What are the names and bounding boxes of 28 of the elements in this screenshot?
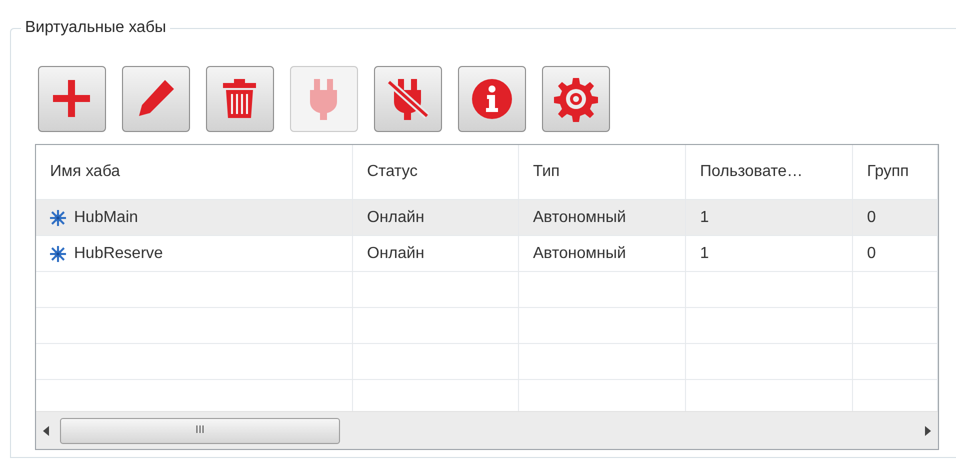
column-header[interactable]: Групп: [853, 145, 938, 199]
column-header[interactable]: Имя хаба: [36, 145, 353, 199]
toolbar-button[interactable]: [38, 66, 106, 132]
table-cell-text: 1: [700, 244, 709, 264]
column-header[interactable]: Пользовате…: [686, 145, 853, 199]
table-cell-text: 0: [867, 244, 876, 264]
column-header[interactable]: Статус: [353, 145, 519, 199]
scrollbar-thumb[interactable]: III: [60, 418, 340, 444]
scroll-right-arrow-icon[interactable]: [924, 426, 932, 436]
table-cell-text: Онлайн: [367, 244, 424, 264]
table-cell-text: Онлайн: [367, 208, 424, 228]
table-cell-text: Автономный: [533, 208, 626, 228]
scroll-left-arrow-icon[interactable]: [42, 426, 50, 436]
toolbar-button[interactable]: [374, 66, 442, 132]
table-cell-text: HubReserve: [74, 244, 163, 264]
toolbar-button[interactable]: [542, 66, 610, 132]
table-cell-text: 0: [867, 208, 876, 228]
table-row[interactable]: HubMain Онлайн Автономный 1 0: [36, 200, 938, 236]
table-cell-text: Автономный: [533, 244, 626, 264]
table-cell-text: HubMain: [74, 208, 138, 228]
column-header[interactable]: Тип: [519, 145, 686, 199]
toolbar-button[interactable]: [206, 66, 274, 132]
toolbar-button[interactable]: [122, 66, 190, 132]
asterisk-icon: [48, 244, 68, 264]
toolbar-button[interactable]: [458, 66, 526, 132]
table-cell-text: 1: [700, 208, 709, 228]
table-row[interactable]: HubReserve Онлайн Автономный 1 0: [36, 236, 938, 272]
asterisk-icon: [48, 208, 68, 228]
